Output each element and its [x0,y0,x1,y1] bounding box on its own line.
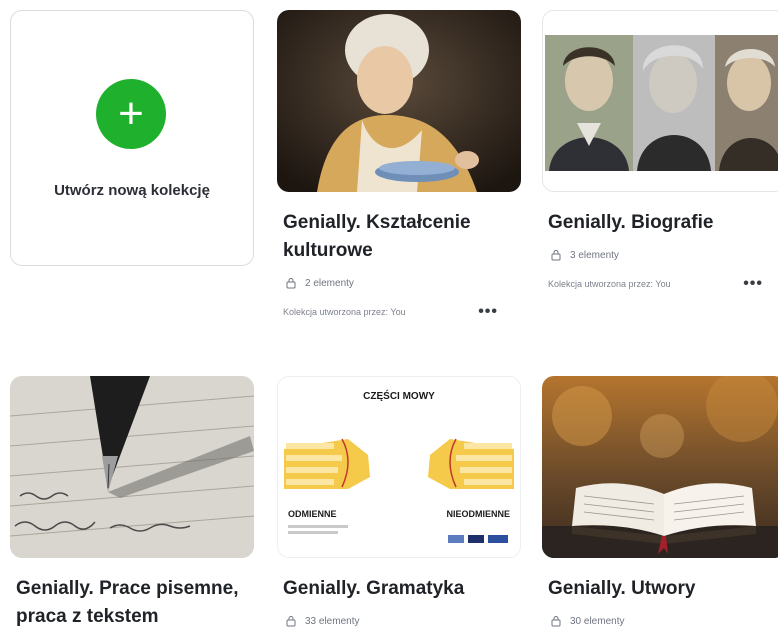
element-count: 2 elementy [277,277,521,289]
collection-card-utwory[interactable]: Genially. Utwory 30 elementy [542,376,778,627]
element-count: 33 elementy [277,615,521,627]
element-count: 30 elementy [542,615,778,627]
owner-label: Kolekcja utworzona przez: You [548,279,671,289]
collection-title-line: Genially. Kształcenie [283,212,471,233]
collection-title-line: Genially. Utwory [548,578,696,599]
collection-title-line: kulturowe [283,240,373,261]
collection-title-line: praca z tekstem [16,606,159,627]
collection-thumbnail[interactable] [542,10,778,192]
collection-card-ksztalcenie[interactable]: Genially. Kształcenie kulturowe 2 elemen… [277,10,521,321]
collection-title-line: Genially. Prace pisemne, [16,578,239,599]
create-collection-label: Utwórz nową kolekcję [54,182,210,199]
element-count-label: 33 elementy [305,615,360,627]
collection-title[interactable]: Genially. Kształcenie kulturowe [277,209,521,265]
more-options-icon[interactable]: ••• [478,303,498,321]
collection-title[interactable]: Genially. Gramatyka [277,575,521,603]
collection-card-biografie[interactable]: Genially. Biografie 3 elementy Kolekcja … [542,10,778,293]
open-book-thumbnail-image [542,376,778,558]
painting-thumbnail-image [277,10,521,192]
element-count: 3 elementy [542,249,778,261]
grammar-heading: CZĘŚCI MOWY [363,389,435,402]
plus-icon[interactable]: + [96,79,166,149]
element-count-label: 30 elementy [570,615,625,627]
lock-icon [286,278,296,289]
more-options-icon[interactable]: ••• [743,275,763,293]
lock-icon [286,616,296,627]
collection-thumbnail[interactable]: CZĘŚCI MOWY ODMIENNE NIEODMIENNE [277,376,521,558]
collection-title-line: Genially. Gramatyka [283,578,465,599]
element-count-label: 3 elementy [570,249,619,261]
lock-icon [551,250,561,261]
collection-card-prace-pisemne[interactable]: Genially. Prace pisemne, praca z tekstem [10,376,254,631]
grammar-right-label: NIEODMIENNE [446,509,510,519]
owner-row: Kolekcja utworzona przez: You ••• [542,275,763,293]
collection-thumbnail[interactable] [277,10,521,192]
create-collection-card[interactable]: + Utwórz nową kolekcję [10,10,254,266]
portraits-thumbnail-image [543,11,778,191]
collection-thumbnail[interactable] [542,376,778,558]
owner-row: Kolekcja utworzona przez: You ••• [277,303,498,321]
fountain-pen-thumbnail-image [10,376,254,558]
collection-title[interactable]: Genially. Biografie [542,209,778,237]
collection-title[interactable]: Genially. Prace pisemne, praca z tekstem [10,575,254,631]
element-count-label: 2 elementy [305,277,354,289]
owner-label: Kolekcja utworzona przez: You [283,307,406,317]
collection-title[interactable]: Genially. Utwory [542,575,778,603]
grammar-left-label: ODMIENNE [288,509,337,519]
collection-title-line: Genially. Biografie [548,212,714,233]
grammar-thumbnail-image: CZĘŚCI MOWY ODMIENNE NIEODMIENNE [278,377,520,557]
collection-card-gramatyka[interactable]: CZĘŚCI MOWY ODMIENNE NIEODMIENNE Geniall… [277,376,521,627]
lock-icon [551,616,561,627]
collection-thumbnail[interactable] [10,376,254,558]
